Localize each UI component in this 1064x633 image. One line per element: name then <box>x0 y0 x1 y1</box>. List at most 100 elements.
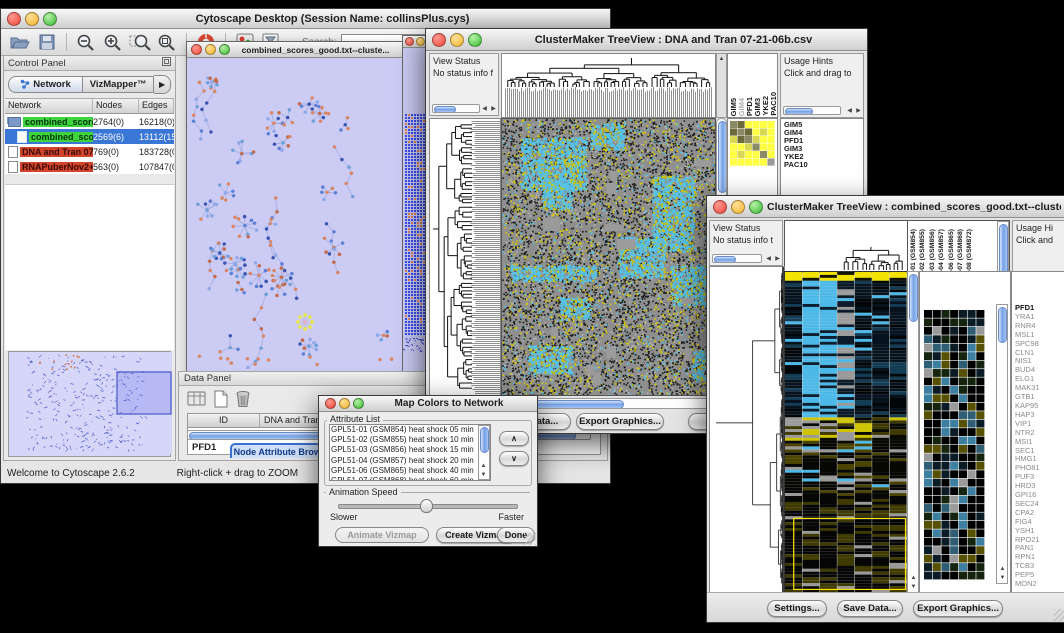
create-attribute-icon[interactable] <box>213 390 229 411</box>
settings-button[interactable]: Settings... <box>767 600 827 617</box>
network-overview-thumbnail[interactable] <box>9 352 172 454</box>
open-file-icon[interactable] <box>9 32 31 52</box>
scroll-left-arrow[interactable]: ◀ <box>845 107 854 115</box>
zoom-fit-icon[interactable] <box>156 32 178 52</box>
animation-slider-thumb[interactable] <box>420 499 433 513</box>
network-row[interactable]: combined_sco 2569(6) 13112(15) <box>5 129 174 144</box>
network-overview-panel[interactable] <box>8 351 171 457</box>
scroll-thumb[interactable] <box>998 307 1007 343</box>
treeview2-titlebar[interactable]: ClusterMaker TreeView : combined_scores_… <box>707 196 1064 218</box>
col-network[interactable]: Network <box>5 99 93 113</box>
col-edges[interactable]: Edges <box>139 99 174 113</box>
scroll-down-arrow[interactable]: ▼ <box>998 574 1007 582</box>
resize-grip[interactable] <box>1054 609 1064 621</box>
tv1-dendro-scroll-strip[interactable]: ▲ <box>716 53 727 118</box>
attribute-list-scrollbar[interactable]: ▲ ▼ <box>478 425 490 480</box>
scroll-right-arrow[interactable]: ▶ <box>489 105 498 113</box>
close-button[interactable] <box>713 200 727 214</box>
gene-label[interactable]: MON2 <box>1015 580 1040 589</box>
scroll-left-arrow[interactable]: ◀ <box>764 255 773 263</box>
save-session-icon[interactable] <box>36 32 58 52</box>
tab-vizmapper[interactable]: VizMapper™ <box>83 76 154 93</box>
attribute-list[interactable]: GPL51-01 (GSM854) heat shock 05 minGPL51… <box>329 424 491 481</box>
close-button[interactable] <box>7 12 21 26</box>
view-status-scrollbar[interactable] <box>712 254 762 263</box>
minimize-button[interactable] <box>450 33 464 47</box>
tv1-column-dendrogram[interactable] <box>501 53 716 118</box>
col-nodes[interactable]: Nodes <box>93 99 139 113</box>
attribute-item[interactable]: GPL51-02 (GSM855) heat shock 10 min <box>331 435 477 445</box>
scroll-thumb[interactable] <box>999 224 1008 278</box>
tv2-zoom-heatmap[interactable] <box>924 310 985 580</box>
zoom-button[interactable] <box>353 398 364 409</box>
column-label[interactable]: PAC10 <box>769 92 777 116</box>
save-data-button[interactable]: Save Data... <box>837 600 903 617</box>
main-titlebar[interactable]: Cytoscape Desktop (Session Name: collins… <box>1 9 610 29</box>
tv1-zoom-heatmap[interactable] <box>730 121 775 166</box>
scroll-right-arrow[interactable]: ▶ <box>773 255 782 263</box>
export-graphics-button[interactable]: Export Graphics... <box>576 413 664 430</box>
network-canvas-2[interactable] <box>403 48 427 370</box>
minimize-button[interactable] <box>731 200 745 214</box>
tv2-zoom-vscrollbar[interactable]: ▲ ▼ <box>996 304 1008 584</box>
tv1-heatmap[interactable] <box>501 118 716 396</box>
view-status-scrollbar[interactable] <box>432 104 480 113</box>
tv2-row-dendrogram[interactable] <box>709 266 785 593</box>
usage-hints-scrollbar[interactable] <box>783 106 841 115</box>
scroll-thumb[interactable] <box>480 427 489 453</box>
attribute-item[interactable]: GPL51-06 (GSM865) heat shock 40 min <box>331 466 477 476</box>
attribute-item[interactable]: GPL51-04 (GSM857) heat shock 20 min <box>331 456 477 466</box>
scroll-up-arrow[interactable]: ▲ <box>717 55 726 63</box>
close-button[interactable] <box>325 398 336 409</box>
tv2-heatmap-vscrollbar[interactable]: ▲ ▼ <box>907 271 919 593</box>
scroll-left-arrow[interactable]: ◀ <box>480 105 489 113</box>
move-down-button[interactable]: ∨ <box>499 451 529 466</box>
scroll-thumb[interactable] <box>434 106 456 113</box>
delete-attribute-trash-icon[interactable] <box>235 390 251 411</box>
minimize-button[interactable] <box>205 44 216 55</box>
scroll-thumb[interactable] <box>714 256 736 263</box>
network-row[interactable]: RNAPuberNov2+ 563(0) 107847(0) <box>5 159 174 174</box>
scroll-right-arrow[interactable]: ▶ <box>854 107 863 115</box>
minimize-button[interactable] <box>416 37 425 46</box>
close-button[interactable] <box>405 37 414 46</box>
animate-vizmap-button[interactable]: Animate Vizmap <box>335 527 429 543</box>
network-row[interactable]: combined_scores 2764(0) 16218(0) <box>5 114 174 129</box>
vscroll-thumb[interactable] <box>718 121 727 193</box>
close-button[interactable] <box>432 33 446 47</box>
zoom-button[interactable] <box>219 44 230 55</box>
tab-network[interactable]: Network <box>8 76 83 93</box>
export-graphics-button[interactable]: Export Graphics... <box>913 600 1003 617</box>
network-row[interactable]: DNA and Tran 07 769(0) 183728(0) <box>5 144 174 159</box>
attribute-item[interactable]: GPL51-01 (GSM854) heat shock 05 min <box>331 425 477 435</box>
scroll-up-arrow[interactable]: ▲ <box>998 565 1007 573</box>
zoom-button[interactable] <box>468 33 482 47</box>
move-up-button[interactable]: ∧ <box>499 431 529 446</box>
tab-overflow-button[interactable]: ▶ <box>154 75 171 94</box>
zoom-selected-icon[interactable] <box>129 32 151 52</box>
treeview1-titlebar[interactable]: ClusterMaker TreeView : DNA and Tran 07-… <box>426 29 867 51</box>
tv1-row-dendrogram[interactable] <box>429 118 501 396</box>
attribute-item[interactable]: GPL51-07 (GSM868) heat shock 60 min <box>331 476 477 481</box>
resize-grip[interactable] <box>524 533 536 545</box>
select-attributes-icon[interactable] <box>187 390 207 411</box>
column-label[interactable]: YKE2 <box>761 96 769 116</box>
tv2-column-dendrogram[interactable] <box>784 220 908 273</box>
network-canvas[interactable] <box>187 58 400 369</box>
zoom-button[interactable] <box>749 200 763 214</box>
dialog-titlebar[interactable]: Map Colors to Network <box>319 396 537 412</box>
scroll-down-arrow[interactable]: ▼ <box>909 583 918 591</box>
scroll-thumb[interactable] <box>785 108 813 115</box>
zoom-out-icon[interactable] <box>75 32 97 52</box>
row-label[interactable]: PAC10 <box>784 161 860 169</box>
attribute-item[interactable]: GPL51-03 (GSM856) heat shock 15 min <box>331 445 477 455</box>
zoom-in-icon[interactable] <box>102 32 124 52</box>
scroll-down-arrow[interactable]: ▼ <box>479 471 488 479</box>
vscroll-thumb[interactable] <box>909 274 918 322</box>
float-panel-icon[interactable] <box>162 57 171 69</box>
zoom-button[interactable] <box>43 12 57 26</box>
network-view-titlebar[interactable]: combined_scores_good.txt--cluste... <box>187 42 402 58</box>
column-label[interactable]: GIM4 <box>737 98 745 116</box>
scroll-up-arrow[interactable]: ▲ <box>479 462 488 470</box>
tv2-heatmap[interactable] <box>784 271 908 593</box>
